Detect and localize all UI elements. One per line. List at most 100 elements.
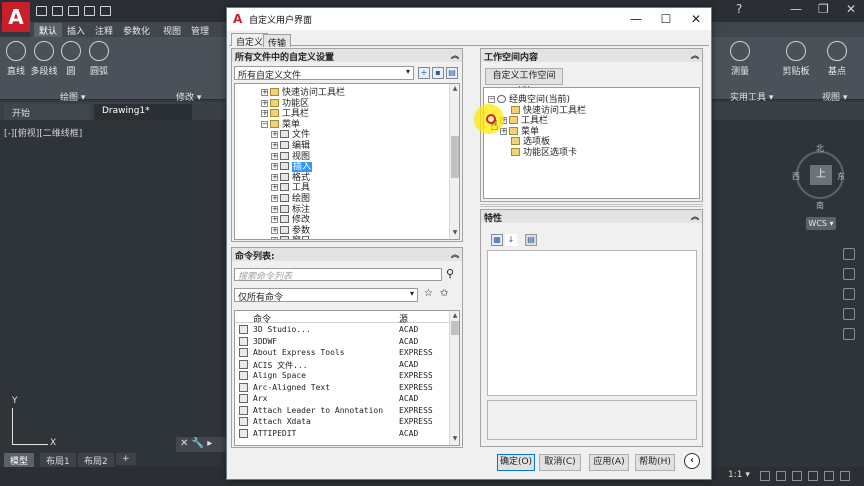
settings-icon[interactable] (776, 471, 786, 481)
command-row[interactable]: 3DDWF ACAD (235, 336, 449, 348)
scroll-thumb[interactable] (451, 136, 459, 178)
save-icon[interactable] (68, 6, 79, 16)
layout-tab-model[interactable]: 模型 (4, 453, 35, 468)
collapse-icon[interactable]: ︽ (691, 211, 699, 222)
tree-node[interactable]: + 工具 (271, 180, 310, 193)
help-button[interactable]: 帮助(H) (635, 454, 675, 471)
steering-wheel-icon[interactable] (843, 248, 855, 260)
collapse-icon[interactable]: ︽ (451, 50, 459, 61)
sort-alpha-icon[interactable]: ↓ (505, 234, 517, 246)
doc-tab-drawing[interactable]: Drawing1* (94, 104, 192, 120)
command-row[interactable]: About Express Tools EXPRESS (235, 347, 449, 359)
star-icon[interactable]: ✩ (440, 288, 448, 299)
command-row[interactable]: Attach Leader to Annotation EXPRESS (235, 405, 449, 417)
command-line[interactable]: ✕ 🔧 ▸ (176, 437, 232, 453)
isolate-icon[interactable] (824, 471, 834, 481)
collapse-node-icon[interactable]: − (488, 96, 495, 103)
app-close-icon[interactable]: ✕ (846, 2, 856, 16)
orbit-icon[interactable] (843, 308, 855, 320)
minimize-button[interactable]: — (621, 10, 651, 28)
add-layout-button[interactable]: + (116, 453, 136, 465)
ok-button[interactable]: 确定(O) (497, 454, 535, 471)
tree-node[interactable]: + 菜单 (500, 124, 539, 137)
dialog-titlebar[interactable]: A 自定义用户界面 — ☐ ✕ (227, 8, 711, 30)
polyline-tool[interactable]: 多段线 (30, 41, 58, 77)
line-tool[interactable]: 直线 (4, 41, 28, 77)
layout-tab[interactable]: 布局1 (40, 453, 76, 468)
property-pages-icon[interactable]: ▤ (525, 234, 537, 246)
tree-node[interactable]: 快速访问工具栏 (500, 103, 586, 116)
tree-node[interactable]: + 参数 (271, 223, 310, 236)
apply-button[interactable]: 应用(A) (589, 454, 629, 471)
tree-node[interactable]: + 格式 (271, 170, 310, 183)
tree-node[interactable]: + 窗口 (271, 233, 310, 239)
new-icon[interactable] (36, 6, 47, 16)
viewport-label[interactable]: [-][俯视][二维线框] (4, 126, 82, 139)
clipboard-tool[interactable]: 剪贴板 (778, 41, 814, 77)
tree-node[interactable]: +工具栏 (261, 106, 309, 119)
ribbon-tab[interactable]: 默认 (34, 23, 63, 38)
collapse-panel-button[interactable]: ‹ (684, 453, 700, 469)
viewcube-top-face[interactable]: 上 (810, 165, 832, 185)
scroll-up-icon[interactable]: ▲ (450, 85, 459, 92)
ribbon-tab[interactable]: 视图 (158, 23, 186, 38)
tree-node[interactable]: + 功能区 (261, 96, 309, 109)
command-row[interactable]: 3D Studio... ACAD (235, 324, 449, 336)
viewcube[interactable]: 上 北 南 东 西 (792, 143, 848, 213)
app-restore-icon[interactable]: ❐ (818, 2, 829, 16)
command-row[interactable]: Arc-Aligned Text EXPRESS (235, 382, 449, 394)
showmotion-icon[interactable] (843, 328, 855, 340)
categorized-icon[interactable]: ▦ (491, 234, 503, 246)
saveas-icon[interactable] (84, 6, 95, 16)
expand-icon[interactable]: + (271, 237, 278, 239)
customize-icon[interactable] (840, 471, 850, 481)
wcs-menu[interactable]: WCS ▾ (806, 217, 836, 230)
save-icon[interactable]: ▪ (432, 67, 444, 79)
command-row[interactable]: Arx ACAD (235, 393, 449, 405)
ribbon-tab[interactable]: 管理 (186, 23, 214, 38)
tree-node[interactable]: + 插入 (271, 159, 313, 173)
tree-node[interactable]: + 快速访问工具栏 (261, 85, 345, 98)
command-row[interactable]: ATTIPEDIT ACAD (235, 428, 449, 440)
close-button[interactable]: ✕ (681, 10, 711, 28)
collapse-node-icon[interactable]: − (261, 120, 268, 128)
customization-file-select[interactable]: 所有自定义文件 ▾ (234, 66, 414, 81)
app-minimize-icon[interactable]: — (790, 2, 802, 16)
property-grid[interactable] (487, 250, 697, 396)
ribbon-tab[interactable]: 注释 (90, 23, 118, 38)
open-file-icon[interactable]: + (418, 67, 430, 79)
compass-south[interactable]: 南 (816, 200, 824, 211)
maximize-button[interactable]: ☐ (651, 10, 681, 28)
ribbon-tab[interactable]: 参数化 (118, 23, 155, 38)
print-icon[interactable] (100, 6, 111, 16)
tree-node[interactable]: 选项板 (500, 134, 550, 147)
tree-node[interactable]: + 修改 (271, 212, 310, 225)
tree-node[interactable]: 功能区选项卡 (500, 145, 577, 158)
pan-icon[interactable] (843, 268, 855, 280)
annotation-scale[interactable]: 1:1 ▾ (728, 470, 750, 480)
tree-node[interactable]: +工具栏 (500, 113, 548, 126)
tree-node[interactable]: + 标注 (271, 202, 310, 215)
help-icon[interactable]: ? (736, 2, 742, 16)
collapse-icon[interactable]: ︽ (451, 249, 459, 260)
tree-node[interactable]: + 编辑 (271, 138, 310, 151)
tab-transfer[interactable]: 传输 (263, 34, 292, 49)
zoom-icon[interactable] (843, 288, 855, 300)
command-row[interactable]: Align Space EXPRESS (235, 370, 449, 382)
new-command-icon[interactable]: ☆ (424, 288, 433, 299)
scroll-up-icon[interactable]: ▲ (450, 312, 459, 319)
annotation-visibility-icon[interactable] (760, 471, 770, 481)
cancel-button[interactable]: 取消(C) (539, 454, 581, 471)
customize-workspace-button[interactable]: 自定义工作空间(C) (485, 68, 563, 96)
search-icon[interactable]: ⚲ (446, 267, 454, 280)
tree-node[interactable]: − 菜单 (261, 117, 300, 130)
tree-node[interactable]: − 经典空间(当前) (488, 92, 570, 105)
tree-scrollbar[interactable]: ▲ ▼ (449, 84, 459, 239)
ribbon-tab[interactable]: 插入 (62, 23, 90, 38)
command-filter-select[interactable]: 仅所有命令 ▾ (234, 288, 418, 303)
tree-node[interactable]: + 视图 (271, 149, 310, 162)
compass-east[interactable]: 东 (837, 171, 845, 182)
command-row[interactable]: ACIS 文件... ACAD (235, 359, 449, 371)
open-icon[interactable] (52, 6, 63, 16)
arc-tool[interactable]: 圆弧 (86, 41, 112, 77)
